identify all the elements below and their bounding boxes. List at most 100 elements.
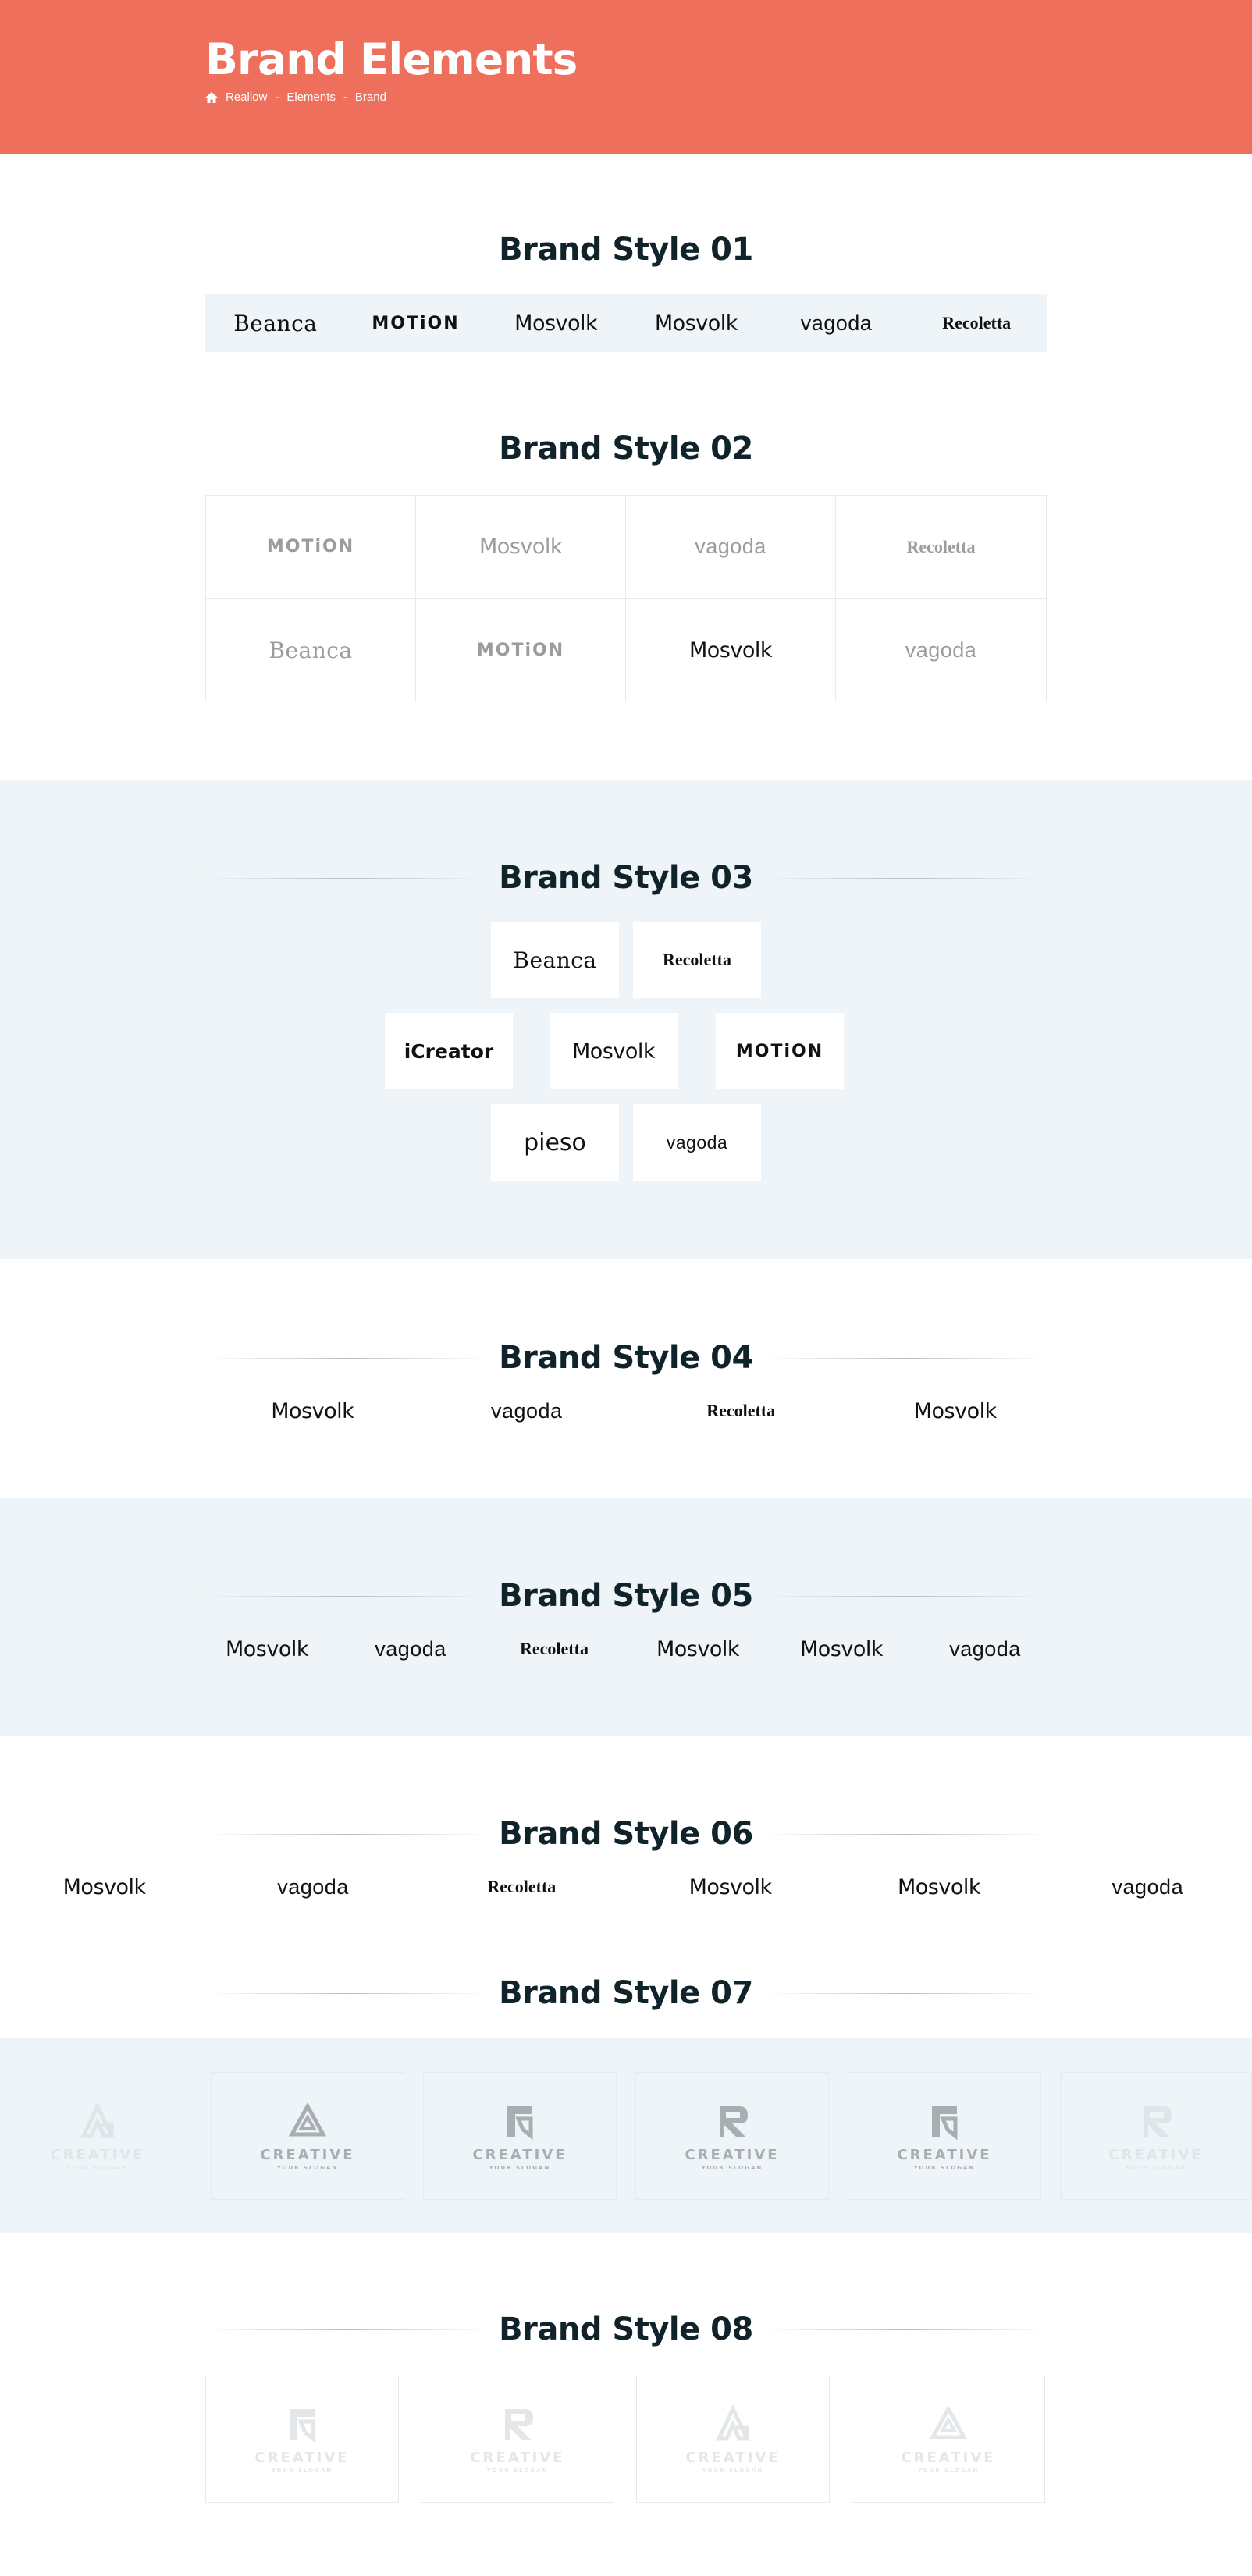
creative-wordmark: CREATIVE — [472, 2146, 567, 2163]
creative-logo-card[interactable]: CREATIVE YOUR SLOGAN — [423, 2072, 617, 2200]
f-monogram-icon — [932, 2105, 958, 2140]
brand-row-style-05: Mosvolk vagoda Recoletta Mosvolk Mosvolk… — [195, 1627, 1057, 1671]
creative-logo-card[interactable]: CREATIVE YOUR SLOGAN — [852, 2375, 1045, 2503]
brand-logo[interactable]: vagoda — [208, 1865, 417, 1909]
brand-tile[interactable]: Beanca — [491, 922, 619, 998]
brand-logo[interactable]: Mosvolk — [416, 496, 626, 599]
breadcrumb-current: Brand — [354, 91, 386, 104]
brand-logo[interactable]: Recoletta — [906, 294, 1047, 352]
section-heading: Brand Style 06 — [499, 1816, 753, 1852]
brand-logo[interactable]: Mosvolk — [205, 1389, 420, 1433]
breadcrumb-link-elements[interactable]: Elements — [286, 91, 336, 104]
title-divider — [205, 1595, 489, 1597]
brand-tile[interactable]: Recoletta — [633, 922, 761, 998]
brand-logo[interactable]: vagoda — [420, 1389, 635, 1433]
title-divider — [763, 1357, 1047, 1359]
brand-logo[interactable]: Mosvolk — [626, 599, 836, 702]
creative-wordmark: CREATIVE — [50, 2146, 145, 2163]
brand-logo[interactable]: Mosvolk — [626, 294, 766, 352]
brand-row-style-06: Mosvolk vagoda Recoletta Mosvolk Mosvolk… — [0, 1865, 1252, 1909]
f-monogram-icon — [290, 2408, 315, 2443]
breadcrumb: Reallow - Elements - Brand — [205, 91, 386, 104]
section-heading: Brand Style 01 — [499, 232, 753, 268]
page-header: Brand Elements Reallow - Elements - Bran… — [0, 0, 1252, 154]
section-title-style-07: Brand Style 07 — [205, 1970, 1047, 2016]
brand-row-style-04: Mosvolk vagoda Recoletta Mosvolk — [205, 1389, 1062, 1433]
creative-slogan: YOUR SLOGAN — [66, 2164, 129, 2171]
creative-wordmark: CREATIVE — [685, 2146, 780, 2163]
brand-logo[interactable]: vagoda — [913, 1627, 1057, 1671]
creative-logo-card[interactable]: CREATIVE YOUR SLOGAN — [421, 2375, 614, 2503]
r-monogram-icon — [505, 2408, 533, 2440]
section-title-style-01: Brand Style 01 — [205, 226, 1047, 273]
section-heading: Brand Style 04 — [499, 1340, 753, 1376]
brand-logo[interactable]: MOTiON — [416, 599, 626, 702]
brand-strip-style-01: Beanca MOTiON Mosvolk Mosvolk vagoda Rec… — [205, 294, 1047, 352]
creative-slogan: YOUR SLOGAN — [701, 2164, 763, 2171]
creative-slogan: YOUR SLOGAN — [917, 2467, 980, 2474]
creative-wordmark: CREATIVE — [470, 2449, 565, 2466]
brand-logo[interactable]: Recoletta — [634, 1389, 848, 1433]
brand-logo[interactable]: Recoletta — [418, 1865, 626, 1909]
section-title-style-06: Brand Style 06 — [205, 1810, 1047, 1857]
brand-logo[interactable]: Mosvolk — [195, 1627, 339, 1671]
title-divider — [763, 1992, 1047, 1994]
brand-logo[interactable]: vagoda — [836, 599, 1046, 702]
brand-logo[interactable]: Recoletta — [836, 496, 1046, 599]
brand-tile[interactable]: iCreator — [385, 1013, 513, 1089]
creative-logo-card[interactable]: CREATIVE YOUR SLOGAN — [1060, 2072, 1252, 2200]
section-title-style-04: Brand Style 04 — [205, 1334, 1047, 1381]
brand-logo[interactable]: MOTiON — [206, 496, 416, 599]
brand-grid-style-02: MOTiON Mosvolk vagoda Recoletta Beanca M… — [205, 495, 1047, 702]
creative-wordmark: CREATIVE — [1108, 2146, 1204, 2163]
brand-logo[interactable]: Beanca — [206, 599, 416, 702]
breadcrumb-link-home[interactable]: Reallow — [226, 91, 267, 104]
creative-wordmark: CREATIVE — [897, 2146, 992, 2163]
creative-logo-card[interactable]: CREATIVE YOUR SLOGAN — [636, 2375, 830, 2503]
section-heading: Brand Style 02 — [499, 431, 753, 467]
creative-wordmark: CREATIVE — [685, 2449, 781, 2466]
title-divider — [763, 1833, 1047, 1835]
brand-tile[interactable]: Mosvolk — [550, 1013, 678, 1089]
brand-logo[interactable]: Mosvolk — [770, 1627, 913, 1671]
title-divider — [205, 1992, 489, 1994]
brand-tile[interactable]: pieso — [491, 1104, 619, 1181]
creative-logo-card[interactable]: CREATIVE YOUR SLOGAN — [0, 2072, 195, 2200]
r-monogram-icon — [720, 2105, 748, 2137]
brand-tile[interactable]: vagoda — [633, 1104, 761, 1181]
ag-monogram-icon — [716, 2404, 750, 2440]
creative-wordmark: CREATIVE — [254, 2449, 350, 2466]
creative-slogan: YOUR SLOGAN — [1125, 2164, 1187, 2171]
creative-slogan: YOUR SLOGAN — [276, 2164, 339, 2171]
creative-slogan: YOUR SLOGAN — [702, 2467, 764, 2474]
creative-logo-card[interactable]: CREATIVE YOUR SLOGAN — [848, 2072, 1041, 2200]
brand-logo[interactable]: Recoletta — [482, 1627, 626, 1671]
brand-logo[interactable]: vagoda — [339, 1627, 482, 1671]
section-heading: Brand Style 05 — [499, 1578, 753, 1614]
creative-logo-card[interactable]: CREATIVE YOUR SLOGAN — [211, 2072, 404, 2200]
creative-slogan: YOUR SLOGAN — [489, 2164, 551, 2171]
brand-logo[interactable]: vagoda — [766, 294, 907, 352]
title-divider — [763, 1595, 1047, 1597]
breadcrumb-separator: - — [343, 91, 347, 104]
brand-logo[interactable]: Mosvolk — [848, 1389, 1063, 1433]
brand-tile[interactable]: MOTiON — [716, 1013, 844, 1089]
brand-logo[interactable]: Mosvolk — [626, 1865, 834, 1909]
brand-logo[interactable]: vagoda — [626, 496, 836, 599]
title-divider — [205, 877, 489, 879]
creative-logo-card[interactable]: CREATIVE YOUR SLOGAN — [635, 2072, 829, 2200]
ag-monogram-icon — [80, 2101, 115, 2137]
brand-logo[interactable]: Mosvolk — [486, 294, 626, 352]
triangle-knot-icon — [288, 2102, 327, 2136]
creative-slogan: YOUR SLOGAN — [271, 2467, 333, 2474]
brand-logo[interactable]: Mosvolk — [626, 1627, 770, 1671]
creative-wordmark: CREATIVE — [901, 2449, 996, 2466]
brand-logo[interactable]: Mosvolk — [834, 1865, 1043, 1909]
title-divider — [763, 2329, 1047, 2330]
creative-logo-card[interactable]: CREATIVE YOUR SLOGAN — [205, 2375, 399, 2503]
brand-logo[interactable]: MOTiON — [346, 294, 486, 352]
brand-logo[interactable]: Beanca — [205, 294, 346, 352]
brand-logo[interactable]: vagoda — [1044, 1865, 1252, 1909]
triangle-knot-icon — [929, 2404, 968, 2439]
brand-logo[interactable]: Mosvolk — [0, 1865, 208, 1909]
